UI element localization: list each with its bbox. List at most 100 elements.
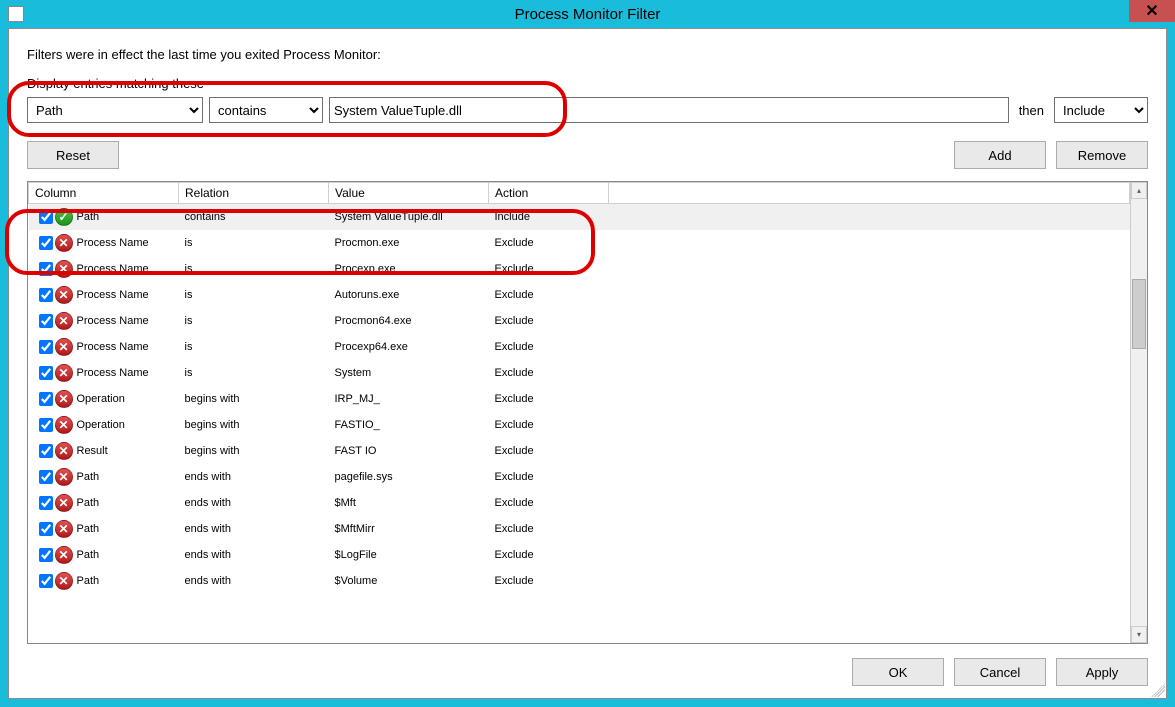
action-select[interactable]: Include xyxy=(1054,97,1148,123)
table-row[interactable]: ✕Pathends withpagefile.sysExclude xyxy=(29,464,1130,490)
row-action: Exclude xyxy=(489,490,609,516)
cancel-button[interactable]: Cancel xyxy=(954,658,1046,686)
row-value: Procexp.exe xyxy=(329,256,489,282)
exclude-icon: ✕ xyxy=(55,260,73,278)
row-checkbox[interactable] xyxy=(39,418,53,432)
row-checkbox[interactable] xyxy=(39,340,53,354)
row-action: Exclude xyxy=(489,412,609,438)
row-action: Exclude xyxy=(489,334,609,360)
table-row[interactable]: ✕Resultbegins withFAST IOExclude xyxy=(29,438,1130,464)
header-relation[interactable]: Relation xyxy=(179,183,329,204)
table-row[interactable]: ✓PathcontainsSystem ValueTuple.dllInclud… xyxy=(29,204,1130,230)
scroll-track[interactable] xyxy=(1131,199,1147,626)
row-relation: contains xyxy=(179,204,329,230)
reset-button[interactable]: Reset xyxy=(27,141,119,169)
scroll-up-button[interactable]: ▴ xyxy=(1131,182,1147,199)
exclude-icon: ✕ xyxy=(55,312,73,330)
table-row[interactable]: ✕Process NameisProcexp64.exeExclude xyxy=(29,334,1130,360)
filter-builder-row: Path contains then Include xyxy=(27,97,1148,123)
row-relation: begins with xyxy=(179,412,329,438)
row-checkbox[interactable] xyxy=(39,496,53,510)
row-checkbox[interactable] xyxy=(39,522,53,536)
resize-grip[interactable] xyxy=(1151,683,1165,697)
table-row[interactable]: ✕Process NameisSystemExclude xyxy=(29,360,1130,386)
table-row[interactable]: ✕Operationbegins withIRP_MJ_Exclude xyxy=(29,386,1130,412)
table-row[interactable]: ✕Pathends with$VolumeExclude xyxy=(29,568,1130,594)
row-relation: ends with xyxy=(179,464,329,490)
footer-buttons: OK Cancel Apply xyxy=(27,658,1148,686)
button-row-top: Reset Add Remove xyxy=(27,141,1148,169)
row-column: Operation xyxy=(77,392,125,404)
row-relation: is xyxy=(179,282,329,308)
scroll-thumb[interactable] xyxy=(1132,279,1146,349)
row-action: Exclude xyxy=(489,256,609,282)
table-row[interactable]: ✕Process NameisProcexp.exeExclude xyxy=(29,256,1130,282)
row-checkbox[interactable] xyxy=(39,574,53,588)
row-relation: is xyxy=(179,230,329,256)
row-relation: is xyxy=(179,256,329,282)
header-column[interactable]: Column xyxy=(29,183,179,204)
client-area: Filters were in effect the last time you… xyxy=(8,28,1167,699)
column-select[interactable]: Path xyxy=(27,97,203,123)
row-checkbox[interactable] xyxy=(39,210,53,224)
row-action: Exclude xyxy=(489,568,609,594)
row-column: Path xyxy=(77,522,100,534)
header-spacer xyxy=(609,183,1130,204)
row-value: FAST IO xyxy=(329,438,489,464)
row-relation: is xyxy=(179,334,329,360)
row-column: Path xyxy=(77,470,100,482)
exclude-icon: ✕ xyxy=(55,286,73,304)
row-column: Process Name xyxy=(77,288,149,300)
window: Process Monitor Filter ✕ Filters were in… xyxy=(0,0,1175,707)
row-checkbox[interactable] xyxy=(39,262,53,276)
row-value: $Mft xyxy=(329,490,489,516)
row-action: Exclude xyxy=(489,438,609,464)
row-action: Exclude xyxy=(489,360,609,386)
row-relation: ends with xyxy=(179,516,329,542)
row-value: FASTIO_ xyxy=(329,412,489,438)
row-value: Procmon64.exe xyxy=(329,308,489,334)
table-row[interactable]: ✕Operationbegins withFASTIO_Exclude xyxy=(29,412,1130,438)
row-checkbox[interactable] xyxy=(39,366,53,380)
row-value: Procmon.exe xyxy=(329,230,489,256)
exclude-icon: ✕ xyxy=(55,520,73,538)
row-column: Result xyxy=(77,444,108,456)
table-row[interactable]: ✕Pathends with$LogFileExclude xyxy=(29,542,1130,568)
table-row[interactable]: ✕Process NameisProcmon.exeExclude xyxy=(29,230,1130,256)
row-checkbox[interactable] xyxy=(39,288,53,302)
row-column: Path xyxy=(77,548,100,560)
row-checkbox[interactable] xyxy=(39,548,53,562)
row-checkbox[interactable] xyxy=(39,236,53,250)
row-checkbox[interactable] xyxy=(39,392,53,406)
row-checkbox[interactable] xyxy=(39,444,53,458)
row-column: Process Name xyxy=(77,314,149,326)
relation-select[interactable]: contains xyxy=(209,97,323,123)
close-button[interactable]: ✕ xyxy=(1129,0,1175,22)
row-value: Autoruns.exe xyxy=(329,282,489,308)
table-row[interactable]: ✕Process NameisProcmon64.exeExclude xyxy=(29,308,1130,334)
table-row[interactable]: ✕Pathends with$MftExclude xyxy=(29,490,1130,516)
row-action: Exclude xyxy=(489,542,609,568)
exclude-icon: ✕ xyxy=(55,416,73,434)
remove-button[interactable]: Remove xyxy=(1056,141,1148,169)
apply-button[interactable]: Apply xyxy=(1056,658,1148,686)
exclude-icon: ✕ xyxy=(55,468,73,486)
value-input[interactable] xyxy=(329,97,1009,123)
exclude-icon: ✕ xyxy=(55,546,73,564)
table-row[interactable]: ✕Process NameisAutoruns.exeExclude xyxy=(29,282,1130,308)
row-action: Exclude xyxy=(489,516,609,542)
row-relation: ends with xyxy=(179,490,329,516)
vertical-scrollbar[interactable]: ▴ ▾ xyxy=(1130,182,1147,643)
ok-button[interactable]: OK xyxy=(852,658,944,686)
row-relation: ends with xyxy=(179,568,329,594)
include-icon: ✓ xyxy=(55,208,73,226)
header-action[interactable]: Action xyxy=(489,183,609,204)
row-relation: begins with xyxy=(179,438,329,464)
table-row[interactable]: ✕Pathends with$MftMirrExclude xyxy=(29,516,1130,542)
header-value[interactable]: Value xyxy=(329,183,489,204)
row-checkbox[interactable] xyxy=(39,470,53,484)
add-button[interactable]: Add xyxy=(954,141,1046,169)
row-checkbox[interactable] xyxy=(39,314,53,328)
scroll-down-button[interactable]: ▾ xyxy=(1131,626,1147,643)
row-column: Process Name xyxy=(77,340,149,352)
